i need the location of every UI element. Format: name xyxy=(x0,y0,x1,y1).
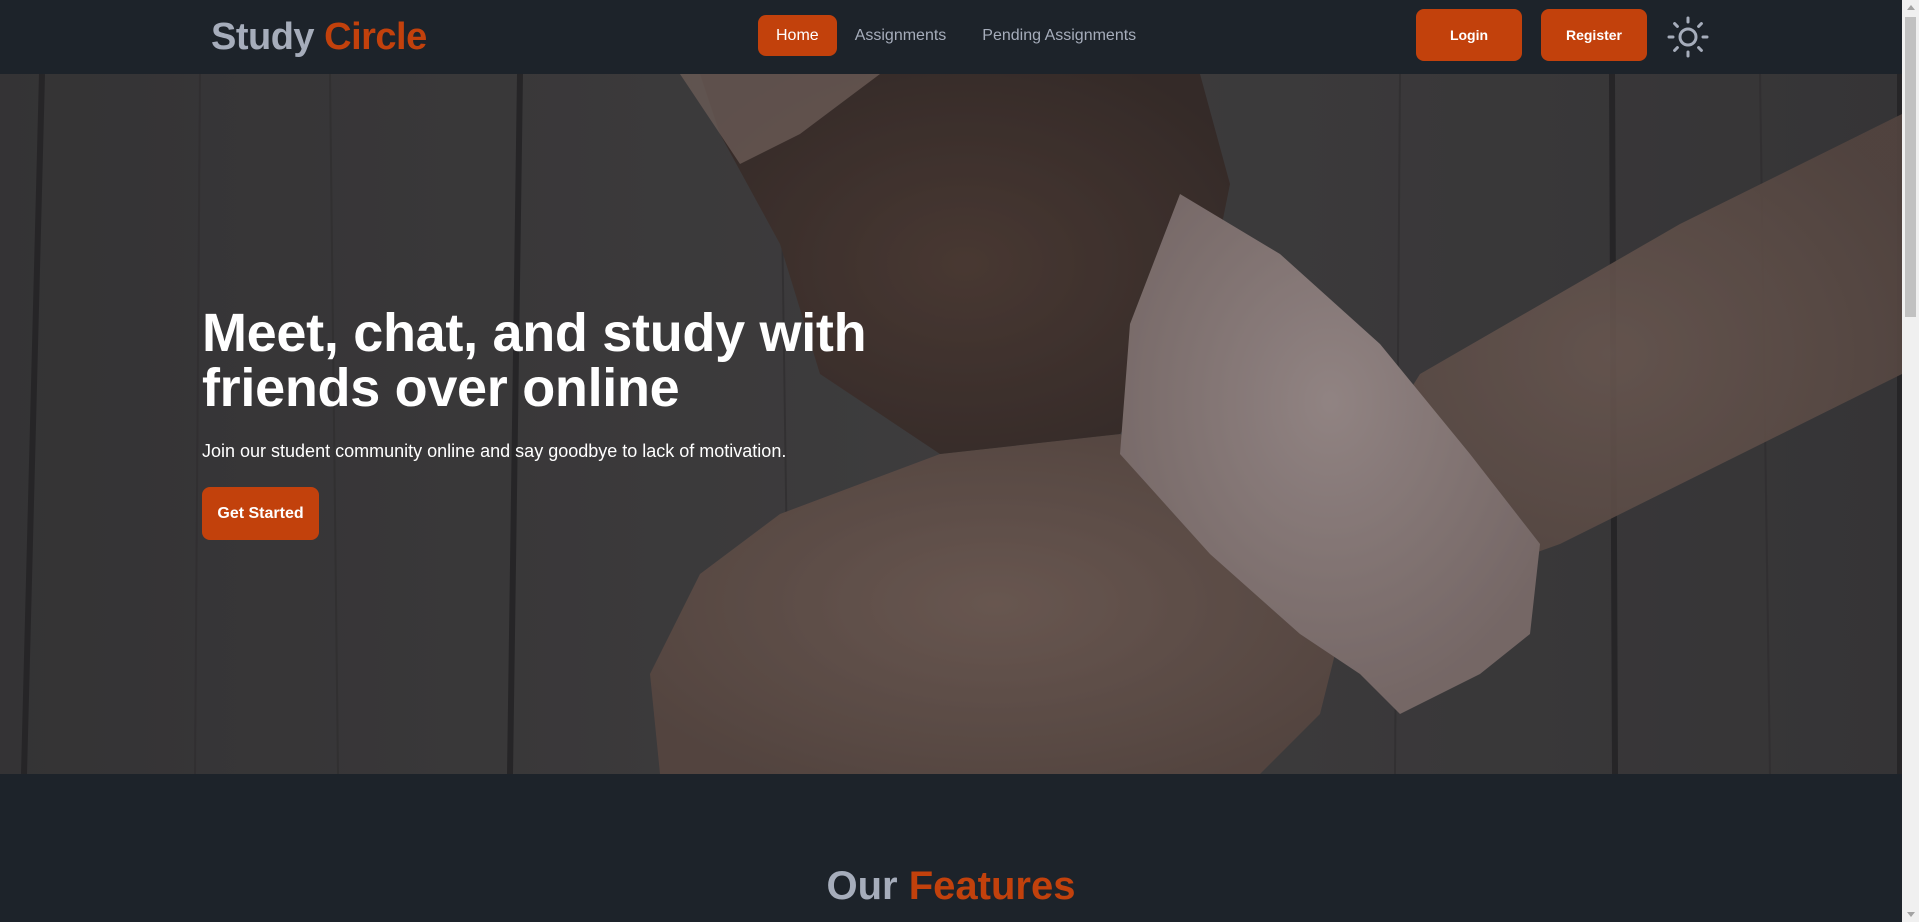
scrollbar-thumb[interactable] xyxy=(1905,17,1916,317)
hero-overlay xyxy=(0,74,1902,774)
hero-title: Meet, chat, and study with friends over … xyxy=(202,303,867,418)
brand-part-study: Study xyxy=(211,16,315,58)
main-nav: Home Assignments Pending Assignments xyxy=(758,15,1154,56)
scroll-down-arrow-icon[interactable] xyxy=(1907,912,1915,917)
hero-banner: Meet, chat, and study with friends over … xyxy=(0,74,1902,774)
login-button[interactable]: Login xyxy=(1416,9,1522,61)
register-button[interactable]: Register xyxy=(1541,9,1647,61)
brand-logo[interactable]: Study Circle xyxy=(211,14,427,60)
theme-toggle-button[interactable] xyxy=(1665,14,1711,60)
nav-link-home[interactable]: Home xyxy=(758,15,837,56)
navbar: Study Circle Home Assignments Pending As… xyxy=(0,0,1902,74)
brand-part-circle: Circle xyxy=(324,16,427,58)
hero-subtitle: Join our student community online and sa… xyxy=(202,441,787,461)
vertical-scrollbar[interactable] xyxy=(1902,0,1919,922)
nav-link-assignments[interactable]: Assignments xyxy=(837,15,965,56)
features-heading-our: Our xyxy=(826,864,898,908)
features-heading-features: Features xyxy=(908,864,1076,908)
sun-icon xyxy=(1667,16,1709,58)
features-heading: Our Features xyxy=(0,862,1902,910)
get-started-button[interactable]: Get Started xyxy=(202,487,319,540)
nav-link-pending-assignments[interactable]: Pending Assignments xyxy=(964,15,1154,56)
scroll-up-arrow-icon[interactable] xyxy=(1907,5,1915,10)
